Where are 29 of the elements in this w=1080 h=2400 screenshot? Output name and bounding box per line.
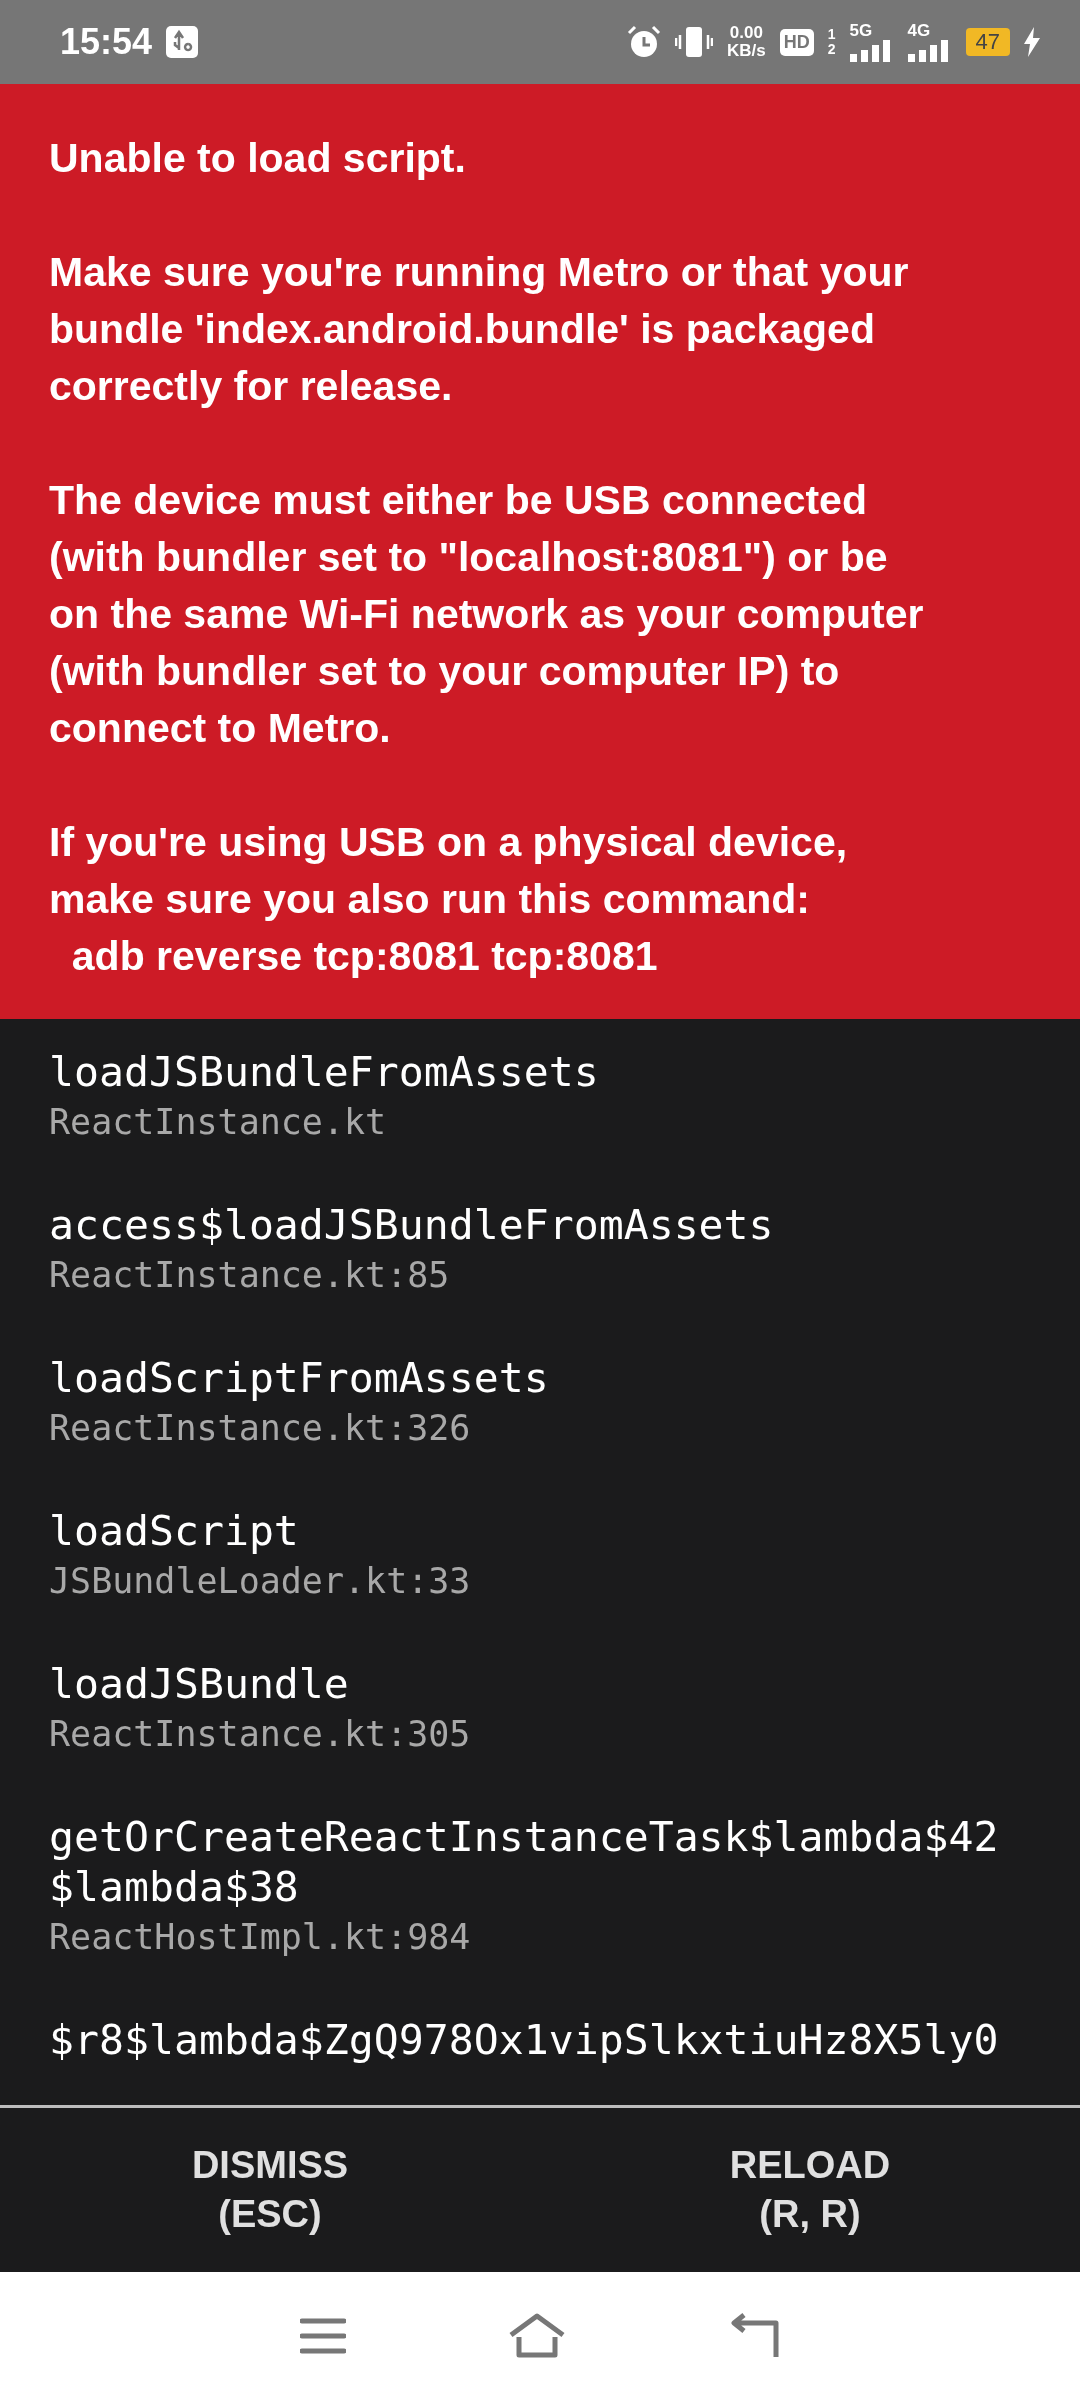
sim-number: 1 <box>827 27 836 42</box>
stack-frame-method: loadScriptFromAssets <box>49 1353 550 1403</box>
network-type: 5G <box>849 22 873 40</box>
usb-settings-icon <box>166 26 199 58</box>
stack-frame-file: ReactInstance.kt:305 <box>49 1713 472 1756</box>
stack-frame-method: loadJSBundle <box>49 1659 350 1709</box>
sim-number: 2 <box>827 42 836 57</box>
clock: 15:54 <box>60 21 153 63</box>
error-message: Unable to load script. <box>49 134 467 183</box>
stack-frame-method: loadScript <box>49 1506 300 1556</box>
hd-label: HD <box>779 28 814 56</box>
stack-frame-method: loadJSBundleFromAssets <box>49 1047 600 1097</box>
error-message: The device must either be USB connected (with bundler set to "localhost:8081") or be on the same Wi-Fi network as your computer (with bundler set to your computer IP) to connect to Metro. <box>49 476 925 753</box>
stack-frame-method: getOrCreateReactInstanceTask$lambda$42$lambda$38 <box>49 1812 1000 1912</box>
battery-level: 47 <box>965 28 1010 56</box>
speed-unit: KB/s <box>727 42 766 60</box>
alarm-icon <box>627 25 661 59</box>
stack-frame-file: ReactInstance.kt:326 <box>49 1407 472 1450</box>
network-speed: 0.00 <box>729 24 763 42</box>
error-message: Make sure you're running Metro or that your bundle 'index.android.bundle' is packaged correctly for release. <box>49 248 910 411</box>
error-message: If you're using USB on a physical device, make sure you also run this command: adb reverse tcp:8081 tcp:8081 <box>49 818 849 981</box>
stack-frame-file: ReactInstance.kt:85 <box>49 1254 451 1297</box>
stack-frame-file: ReactInstance.kt <box>49 1101 388 1144</box>
stack-frame-method: access$loadJSBundleFromAssets <box>49 1200 775 1250</box>
stack-frame-file: JSBundleLoader.kt:33 <box>49 1560 472 1603</box>
vibrate-icon <box>675 25 713 59</box>
network-type: 4G <box>907 22 931 40</box>
stack-frame-method: $r8$lambda$ZgQ978Ox1vipSlkxtiuHz8X5ly0 <box>49 2015 1000 2065</box>
stack-frame-file: ReactHostImpl.kt:984 <box>49 1916 472 1959</box>
